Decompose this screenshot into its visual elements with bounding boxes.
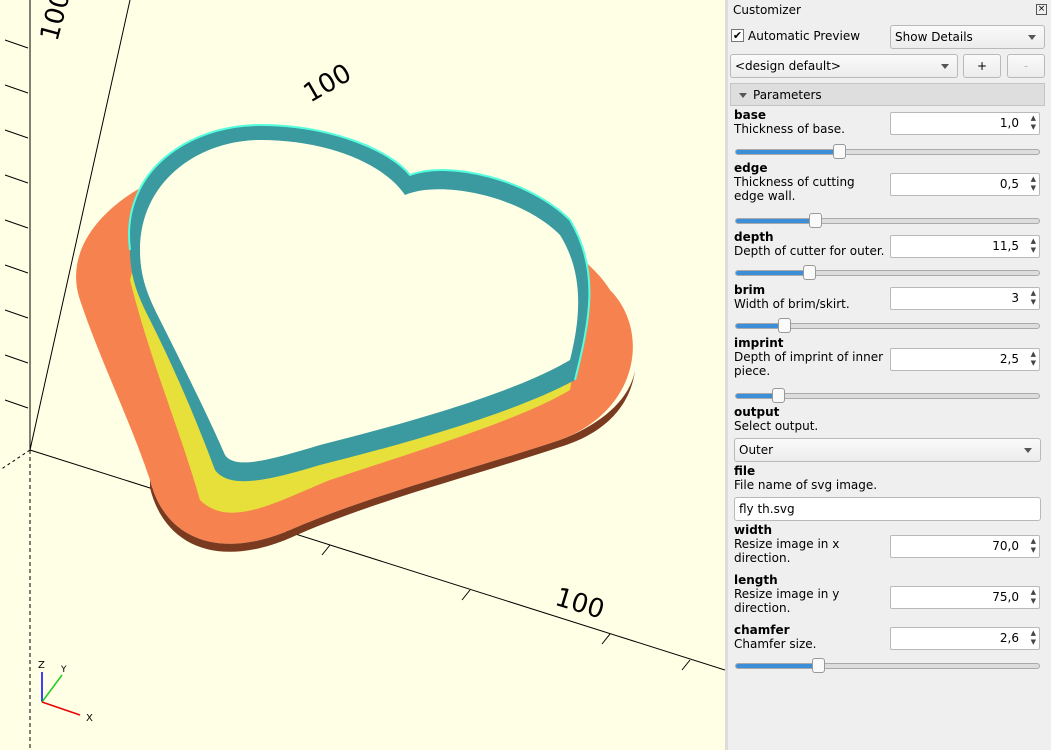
param-desc: Thickness of cutting edge wall. [734, 175, 855, 203]
param-brim: brim Width of brim/skirt. [734, 283, 850, 311]
base-spinbox[interactable]: 1,0 ▲ ▼ [890, 112, 1040, 135]
parameters-section-header[interactable]: Parameters [730, 83, 1045, 106]
panel-title: Customizer [733, 3, 801, 17]
edge-spinbox[interactable]: 0,5 ▲ ▼ [890, 173, 1040, 196]
param-base: base Thickness of base. [734, 108, 845, 136]
param-desc: Width of brim/skirt. [734, 297, 850, 311]
param-depth: depth Depth of cutter for outer. [734, 230, 889, 258]
value: 1,0 [999, 116, 1019, 130]
auto-preview-checkbox[interactable]: ✔ [731, 29, 744, 42]
value: 2,6 [999, 631, 1019, 645]
param-desc: Chamfer size. [734, 637, 817, 651]
gizmo-z: Z [38, 660, 45, 671]
chevron-down-icon [1028, 35, 1036, 40]
param-name: depth [734, 230, 774, 244]
customizer-panel: Customizer × ✔ Automatic Preview Show De… [728, 0, 1051, 750]
spin-arrows-icon[interactable]: ▲ ▼ [1031, 289, 1036, 307]
gizmo-y: Y [60, 665, 67, 675]
preset-select[interactable]: <design default> [730, 54, 958, 78]
spin-arrows-icon[interactable]: ▲ ▼ [1031, 114, 1036, 132]
spin-arrows-icon[interactable]: ▲ ▼ [1031, 629, 1036, 647]
axis-gizmo: Z Y X [38, 660, 93, 724]
chevron-down-icon [1024, 448, 1032, 453]
param-name: width [734, 523, 773, 537]
param-desc: Thickness of base. [734, 122, 845, 136]
base-slider[interactable] [735, 144, 1040, 159]
chamfer-spinbox[interactable]: 2,6 ▲ ▼ [890, 627, 1040, 650]
details-value: Show Details [895, 30, 973, 44]
gizmo-x: X [86, 713, 93, 724]
length-spinbox[interactable]: 75,0 ▲ ▼ [890, 586, 1040, 609]
depth-spinbox[interactable]: 11,5 ▲ ▼ [890, 235, 1040, 258]
value: 0,5 [999, 177, 1019, 191]
param-desc: Resize image in x direction. [734, 537, 840, 565]
close-icon[interactable]: × [1036, 4, 1047, 15]
param-width: width Resize image in x direction. [734, 523, 884, 565]
param-name: output [734, 405, 780, 419]
param-desc: File name of svg image. [734, 478, 878, 492]
param-name: brim [734, 283, 766, 297]
param-name: base [734, 108, 766, 122]
axis-label-top: 100 [299, 58, 357, 109]
param-desc: Depth of cutter for outer. [734, 244, 885, 258]
width-spinbox[interactable]: 70,0 ▲ ▼ [890, 535, 1040, 558]
param-length: length Resize image in y direction. [734, 573, 884, 615]
spin-arrows-icon[interactable]: ▲ ▼ [1031, 350, 1036, 368]
value: 3 [1011, 291, 1019, 305]
spin-arrows-icon[interactable]: ▲ ▼ [1031, 237, 1036, 255]
file-input[interactable]: fly th.svg [734, 497, 1041, 521]
3d-viewport[interactable]: 100 100 100 Z Y X [0, 0, 725, 750]
param-name: length [734, 573, 778, 587]
slider-handle[interactable] [778, 318, 792, 333]
value: 11,5 [992, 239, 1019, 253]
value: 2,5 [999, 352, 1019, 366]
section-label: Parameters [753, 88, 822, 102]
param-chamfer: chamfer Chamfer size. [734, 623, 816, 651]
param-name: file [734, 464, 756, 478]
edge-slider[interactable] [735, 213, 1040, 228]
chamfer-slider[interactable] [735, 658, 1040, 673]
imprint-spinbox[interactable]: 2,5 ▲ ▼ [890, 348, 1040, 371]
chevron-down-icon [941, 64, 949, 69]
param-imprint: imprint Depth of imprint of inner piece. [734, 336, 884, 378]
param-file: file File name of svg image. [734, 464, 877, 492]
slider-handle[interactable] [772, 388, 786, 403]
collapse-icon [739, 93, 747, 98]
slider-handle[interactable] [833, 144, 847, 159]
depth-slider[interactable] [735, 265, 1040, 280]
auto-preview-label: Automatic Preview [748, 29, 861, 43]
param-desc: Depth of imprint of inner piece. [734, 350, 884, 378]
details-select[interactable]: Show Details [890, 25, 1045, 49]
param-desc: Resize image in y direction. [734, 587, 840, 615]
output-select[interactable]: Outer [734, 438, 1041, 462]
preset-value: <design default> [735, 59, 841, 73]
axis-label-top-left: 100 [35, 0, 77, 44]
value: 75,0 [992, 590, 1019, 604]
value: 70,0 [992, 539, 1019, 553]
model-render: 100 100 100 Z Y X [0, 0, 725, 750]
slider-handle[interactable] [802, 265, 816, 280]
imprint-slider[interactable] [735, 388, 1040, 403]
slider-handle[interactable] [811, 658, 825, 673]
output-value: Outer [739, 443, 774, 457]
add-preset-button[interactable]: + [963, 54, 1001, 78]
slider-handle[interactable] [808, 213, 822, 228]
brim-slider[interactable] [735, 318, 1040, 333]
spin-arrows-icon[interactable]: ▲ ▼ [1031, 588, 1036, 606]
param-desc: Select output. [734, 419, 819, 433]
axis-label-bottom: 100 [552, 582, 608, 625]
remove-preset-button[interactable]: - [1007, 54, 1045, 78]
brim-spinbox[interactable]: 3 ▲ ▼ [890, 287, 1040, 310]
spin-arrows-icon[interactable]: ▲ ▼ [1031, 537, 1036, 555]
param-name: imprint [734, 336, 784, 350]
param-output: output Select output. [734, 405, 818, 433]
spin-arrows-icon[interactable]: ▲ ▼ [1031, 175, 1036, 193]
param-edge: edge Thickness of cutting edge wall. [734, 161, 884, 203]
param-name: chamfer [734, 623, 790, 637]
param-name: edge [734, 161, 768, 175]
